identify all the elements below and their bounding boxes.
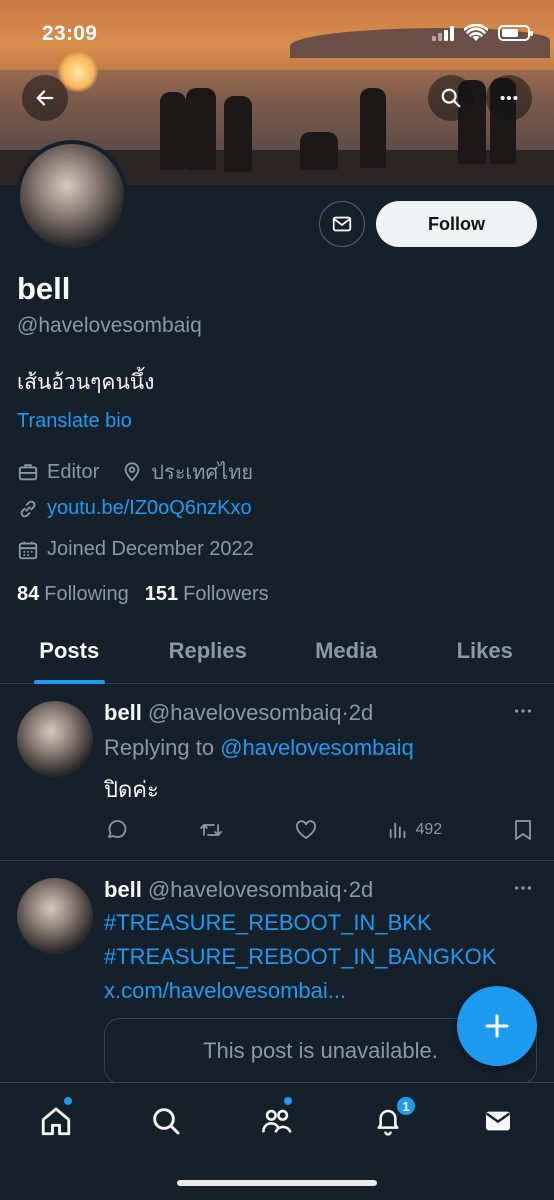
bookmark-icon[interactable] [512, 818, 534, 842]
wifi-icon [464, 24, 488, 41]
views-bar-icon [390, 822, 406, 839]
profile-website-link[interactable]: youtu.be/IZ0oQ6nzKxo [47, 497, 252, 520]
post-author-handle: @havelovesombaiq [147, 877, 342, 902]
calendar-icon [18, 541, 38, 559]
signal-icon [432, 25, 454, 41]
status-time: 23:09 [42, 22, 98, 45]
post-author-name[interactable]: bell [104, 877, 142, 902]
heart-icon[interactable] [294, 818, 318, 842]
tab-replies[interactable]: Replies [139, 624, 278, 683]
more-dots-icon [514, 709, 532, 713]
post-text: ปิดค่ะ [104, 777, 159, 802]
hashtag-link[interactable]: #TREASURE_REBOOT_IN_BANGKOK [104, 940, 496, 974]
battery-icon [498, 25, 533, 41]
banner-person [300, 132, 338, 170]
envelope-icon [485, 1111, 511, 1131]
message-button[interactable] [319, 201, 365, 247]
tab-media[interactable]: Media [277, 624, 416, 683]
banner-person [360, 88, 386, 168]
profile-bio: เส้นอ้วนๆคนนึ้ง [17, 371, 155, 394]
profile-joined-row: Joined December 2022 [17, 538, 254, 561]
profile-tabs: Posts Replies Media Likes [0, 624, 554, 684]
follow-button[interactable]: Follow [376, 201, 537, 247]
home-icon [41, 1107, 71, 1136]
post-author-name[interactable]: bell [104, 700, 142, 725]
arrow-left-icon [36, 90, 54, 106]
post-header: bell @havelovesombaiq·2d [104, 877, 373, 903]
status-icons [432, 24, 533, 42]
translate-bio-link[interactable]: Translate bio [17, 410, 132, 433]
post-item[interactable]: bell @havelovesombaiq·2d Replying to @hav… [0, 684, 554, 861]
profile-category: Editor [47, 460, 100, 483]
post-avatar[interactable] [17, 701, 93, 777]
replying-to-line: Replying to @havelovesombaiq [104, 731, 414, 765]
followers-count: 151 [144, 583, 179, 605]
search-button[interactable] [428, 75, 474, 121]
follow-counts: 84 Following 151 Followers [17, 583, 269, 606]
hashtag-link[interactable]: #TREASURE_REBOOT_IN_BKK [104, 906, 496, 940]
home-unread-dot [64, 1097, 72, 1105]
views-count: 492 [415, 821, 443, 838]
nav-messages[interactable] [478, 1101, 518, 1141]
profile-meta-row: Editor ประเทศไทย [17, 456, 253, 488]
people-icon [262, 1109, 292, 1133]
search-icon [441, 88, 461, 108]
location-pin-icon [124, 462, 140, 482]
post-text: #TREASURE_REBOOT_IN_BKK #TREASURE_REBOOT… [104, 906, 496, 1008]
followers-link[interactable]: 151 Followers [145, 583, 269, 606]
back-button[interactable] [22, 75, 68, 121]
followers-label: Followers [183, 583, 269, 605]
tab-likes[interactable]: Likes [416, 624, 554, 683]
profile-handle: @havelovesombaiq [17, 314, 202, 337]
envelope-icon [332, 216, 352, 232]
nav-search[interactable] [146, 1101, 186, 1141]
link-icon [20, 500, 36, 517]
post-more-button[interactable] [512, 700, 534, 728]
search-icon [153, 1108, 180, 1135]
nav-home[interactable] [36, 1101, 76, 1141]
post-avatar[interactable] [17, 878, 93, 954]
tab-posts[interactable]: Posts [0, 624, 139, 684]
views-button[interactable]: 492 [387, 819, 442, 841]
profile-location: ประเทศไทย [151, 462, 254, 484]
banner-person [160, 92, 186, 170]
more-dots-icon [500, 95, 518, 101]
compose-button[interactable] [457, 986, 537, 1066]
replying-prefix: Replying to [104, 735, 215, 760]
nav-communities[interactable] [257, 1101, 297, 1141]
profile-joined: Joined December 2022 [47, 538, 254, 560]
profile-link-row: youtu.be/IZ0oQ6nzKxo [17, 497, 252, 520]
home-indicator [177, 1180, 377, 1186]
following-label: Following [44, 583, 129, 605]
banner-person [186, 88, 216, 170]
banner-person [224, 96, 252, 172]
more-button[interactable] [486, 75, 532, 121]
briefcase-icon [18, 464, 38, 481]
plus-icon [485, 1014, 509, 1038]
post-time: ·2d [341, 877, 374, 902]
post-more-button[interactable] [512, 877, 534, 905]
post-author-handle: @havelovesombaiq [147, 700, 342, 725]
post-header: bell @havelovesombaiq·2d [104, 700, 373, 726]
replying-to-handle[interactable]: @havelovesombaiq [220, 735, 414, 760]
profile-name: bell [17, 271, 71, 306]
following-link[interactable]: 84 Following [17, 583, 129, 606]
post-actions: 492 [104, 818, 534, 842]
following-count: 84 [17, 583, 40, 605]
notifications-badge: 1 [396, 1096, 416, 1116]
more-dots-icon [514, 886, 532, 890]
post-url-link[interactable]: x.com/havelovesombai... [104, 974, 496, 1008]
post-time: ·2d [341, 700, 374, 725]
repost-icon[interactable] [198, 818, 224, 842]
reply-icon[interactable] [104, 818, 128, 842]
profile-avatar[interactable] [16, 140, 128, 252]
communities-unread-dot [284, 1097, 292, 1105]
